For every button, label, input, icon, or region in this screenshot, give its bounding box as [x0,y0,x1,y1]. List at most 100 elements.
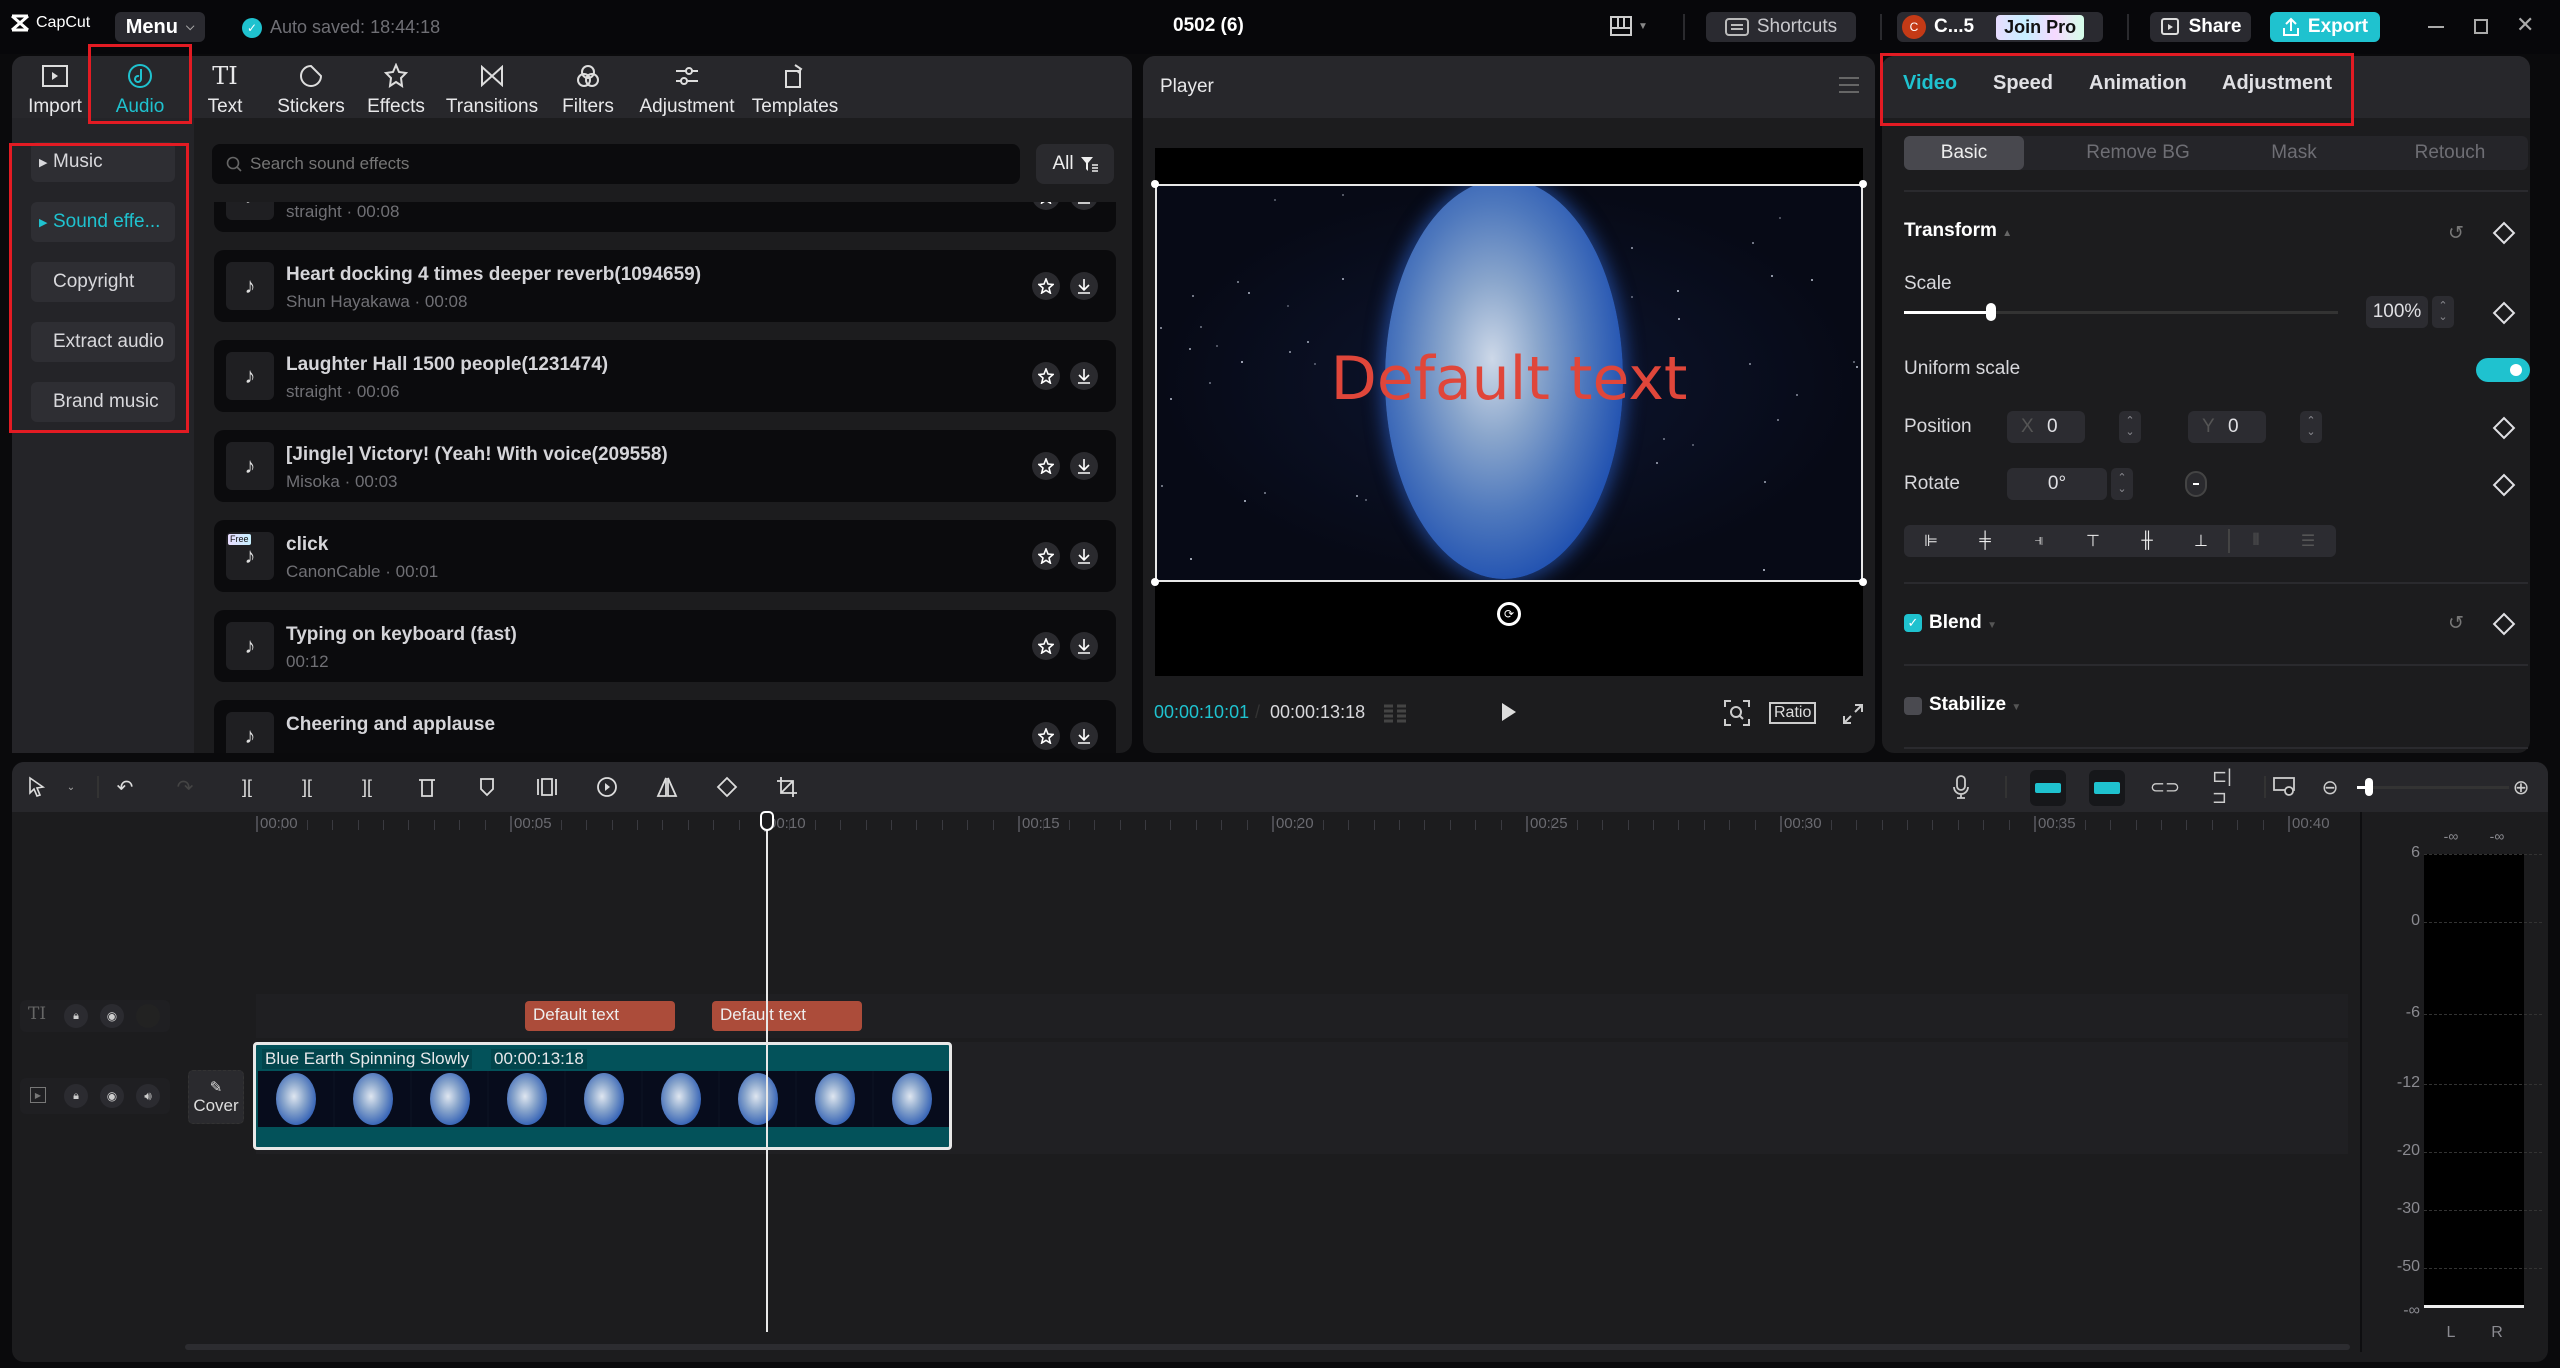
reset-icon[interactable]: ↺ [2448,222,2464,245]
marker-icon[interactable] [474,774,500,800]
select-tool-icon[interactable] [24,774,50,800]
sound-item[interactable]: ♪ Cheering and applause [214,700,1116,753]
subtab-retouch[interactable]: Retouch [2372,136,2528,170]
rotate-handle-icon[interactable]: ⟳ [1497,602,1521,626]
undo-icon[interactable]: ↶ [112,774,138,800]
main-track-magnet-button[interactable] [2030,770,2066,806]
cover-button[interactable]: ✎ Cover [188,1070,244,1124]
sound-item[interactable]: ♪ [Jingle] Victory! (Yeah! With voice(20… [214,430,1116,502]
align-center-h-icon[interactable]: ╪ [1958,532,2012,550]
tab-stickers[interactable]: Stickers [276,58,346,118]
reverse-icon[interactable] [594,774,620,800]
stabilize-checkbox[interactable] [1904,697,1922,715]
category-copyright[interactable]: Copyright [31,262,175,302]
crop-icon[interactable] [774,774,800,800]
tab-speed[interactable]: Speed [1993,72,2053,95]
lock-icon[interactable]: 🔒︎ [64,1004,88,1028]
tab-adjustment[interactable]: Adjustment [639,58,735,118]
rotate-input[interactable]: 0° [2007,468,2107,500]
resize-handle[interactable] [1859,180,1867,188]
category-sound-effects[interactable]: ▶ Sound effe... [31,202,175,242]
favorite-button[interactable] [1032,542,1060,570]
freeze-frame-icon[interactable] [534,774,560,800]
resize-handle[interactable] [1859,578,1867,586]
position-x-input[interactable]: X0 [2007,411,2085,443]
category-brand-music[interactable]: Brand music [31,382,175,422]
zoom-fit-button[interactable] [1724,700,1750,726]
preview-axis-icon[interactable]: ⊏|⊐ [2212,766,2238,807]
text-clip[interactable]: Default text [525,1001,675,1031]
sound-item[interactable]: ♪ Typing on keyboard (fast) 00:12 [214,610,1116,682]
transform-section[interactable]: Transform ▲ [1904,220,2012,242]
tab-effects[interactable]: Effects [361,58,431,118]
search-input[interactable] [250,154,1010,174]
sound-item[interactable]: ♪ Audience laughter applause 11(882280) … [214,202,1116,232]
tab-adjustment-props[interactable]: Adjustment [2222,72,2332,95]
category-music[interactable]: ▶ Music [31,142,175,182]
position-y-input[interactable]: Y0 [2188,411,2266,443]
favorite-button[interactable] [1032,452,1060,480]
tab-transitions[interactable]: Transitions [446,58,538,118]
shortcuts-button[interactable]: Shortcuts [1706,12,1856,42]
rotate-icon[interactable] [714,774,740,800]
download-button[interactable] [1070,202,1098,210]
rotate-stepper[interactable]: ⌃ ⌄ [2111,468,2133,500]
blend-section[interactable]: Blend ▼ [1929,612,1997,634]
filter-button[interactable]: All [1036,144,1114,184]
zoom-to-fit-icon[interactable] [2272,774,2298,800]
timecode-format-icon[interactable] [1383,702,1407,726]
align-right-icon[interactable]: ⫣ [2012,532,2066,550]
tab-animation[interactable]: Animation [2089,72,2187,95]
scale-input[interactable]: 100% [2366,296,2428,328]
timeline-scrollbar[interactable] [185,1344,2350,1350]
scale-slider[interactable] [1904,303,2338,321]
align-center-v-icon[interactable]: ╫ [2120,532,2174,550]
join-pro-button[interactable]: Join Pro [1996,14,2085,40]
tab-templates[interactable]: Templates [750,58,840,118]
align-top-icon[interactable]: ⊤ [2066,531,2120,551]
download-button[interactable] [1070,542,1098,570]
fullscreen-icon[interactable] [1843,704,1863,724]
timeline-ruler[interactable]: 00:00 00:05 00:10 00:15 00:20 00:25 00:30 00:35… [12,812,2360,842]
sound-item[interactable]: ♪ Free click CanonCable · 00:01 [214,520,1116,592]
favorite-button[interactable] [1032,362,1060,390]
mirror-icon[interactable] [654,774,680,800]
sound-item[interactable]: ♪ Heart docking 4 times deeper reverb(10… [214,250,1116,322]
split-left-icon[interactable]: ][ [294,774,320,800]
download-button[interactable] [1070,722,1098,750]
slider-thumb[interactable] [2365,778,2374,796]
close-icon[interactable]: ✕ [2516,12,2534,38]
chevron-down-icon[interactable]: ⌄ [58,774,84,800]
download-button[interactable] [1070,632,1098,660]
tab-import[interactable]: Import [20,58,90,118]
split-icon[interactable]: ][ [234,774,260,800]
favorite-button[interactable] [1032,722,1060,750]
microphone-icon[interactable] [1948,774,1974,800]
account-button[interactable]: C C...5 Join Pro [1897,12,2103,42]
restore-icon[interactable] [2474,19,2488,34]
lock-icon[interactable]: 🔒︎ [64,1084,88,1108]
download-button[interactable] [1070,452,1098,480]
eye-icon[interactable]: ◉ [100,1004,124,1028]
play-button[interactable] [1501,702,1517,722]
volume-icon[interactable]: 🔊︎ [136,1084,160,1108]
subtab-remove-bg[interactable]: Remove BG [2060,136,2216,170]
menu-button[interactable]: Menu ⌵ [115,12,205,42]
download-button[interactable] [1070,362,1098,390]
position-y-stepper[interactable]: ⌃ ⌄ [2300,411,2322,443]
reset-icon[interactable]: ↺ [2448,612,2464,635]
subtab-mask[interactable]: Mask [2216,136,2372,170]
resize-handle[interactable] [1151,578,1159,586]
link-icon[interactable]: ⊂⊃ [2150,774,2180,800]
layout-button[interactable]: ▼ [1610,16,1648,36]
uniform-scale-toggle[interactable] [2476,358,2530,382]
stabilize-section[interactable]: Stabilize ▼ [1929,694,2021,716]
player-canvas[interactable]: Default text ⟳ [1151,148,1867,676]
align-left-icon[interactable]: ⊫ [1904,531,1958,551]
blend-checkbox[interactable]: ✓ [1904,614,1922,632]
category-extract-audio[interactable]: Extract audio [31,322,175,362]
share-button-inner[interactable]: Share [2151,12,2251,42]
zoom-in-icon[interactable]: ⊕ [2508,774,2534,800]
playhead-handle[interactable] [760,811,774,831]
minimize-icon[interactable] [2428,26,2444,28]
